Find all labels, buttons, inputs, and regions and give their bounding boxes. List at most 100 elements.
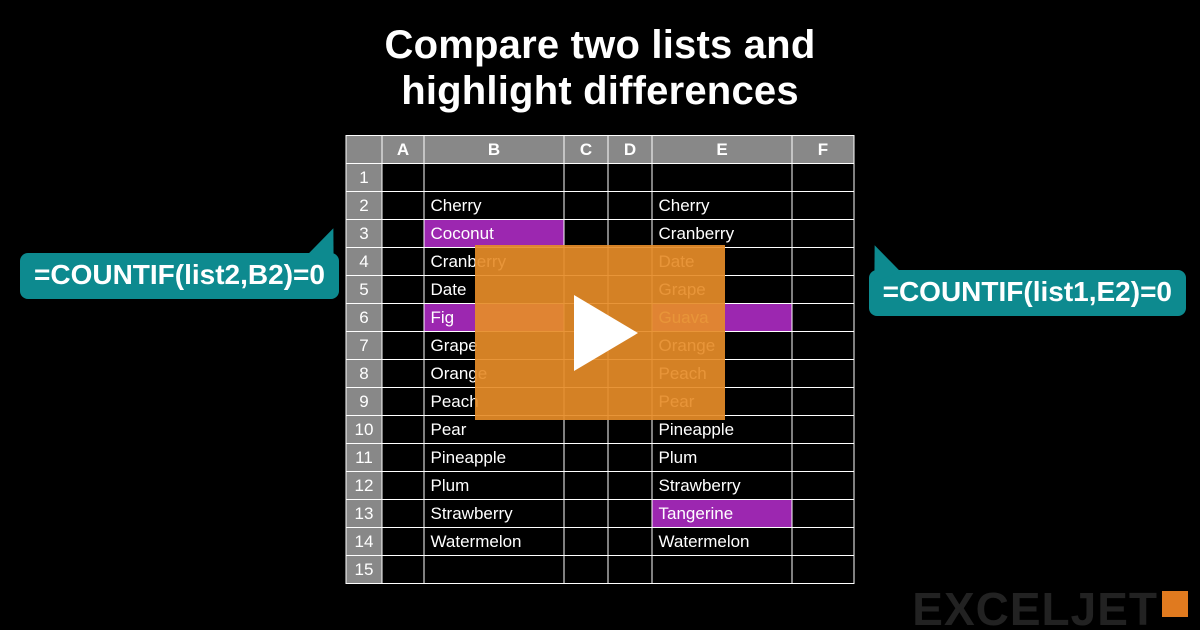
cell-D — [608, 528, 652, 556]
row-number: 10 — [346, 416, 382, 444]
cell-B: Coconut — [424, 220, 564, 248]
row-number: 15 — [346, 556, 382, 584]
cell-A — [382, 500, 424, 528]
cell-C — [564, 500, 608, 528]
cell-D — [608, 556, 652, 584]
table-row: 12 Plum Strawberry — [346, 472, 854, 500]
cell-A — [382, 220, 424, 248]
table-row: 2 Cherry Cherry — [346, 192, 854, 220]
cell-A — [382, 388, 424, 416]
cell-A — [382, 416, 424, 444]
cell-F — [792, 500, 854, 528]
cell-A — [382, 276, 424, 304]
cell-F — [792, 444, 854, 472]
table-row: 11PineapplePlum — [346, 444, 854, 472]
row-number: 14 — [346, 528, 382, 556]
column-header-row: A B C D E F — [346, 136, 854, 164]
col-header-D: D — [608, 136, 652, 164]
cell-F — [792, 332, 854, 360]
cell-C — [564, 444, 608, 472]
cell-B: Cherry — [424, 192, 564, 220]
cell-B: Strawberry — [424, 500, 564, 528]
cell-A — [382, 332, 424, 360]
cell-B — [424, 556, 564, 584]
row-number: 9 — [346, 388, 382, 416]
row-number: 11 — [346, 444, 382, 472]
cell-F — [792, 164, 854, 192]
cell-D — [608, 444, 652, 472]
cell-E — [652, 556, 792, 584]
table-row: 3 Coconut Cranberry — [346, 220, 854, 248]
cell-B: Watermelon — [424, 528, 564, 556]
cell-C — [564, 164, 608, 192]
cell-E: Watermelon — [652, 528, 792, 556]
cell-E: Plum — [652, 444, 792, 472]
cell-A — [382, 444, 424, 472]
cell-C — [564, 220, 608, 248]
cell-F — [792, 416, 854, 444]
cell-B — [424, 164, 564, 192]
row-number: 6 — [346, 304, 382, 332]
cell-A — [382, 360, 424, 388]
callout-formula-right: =COUNTIF(list1,E2)=0 — [869, 270, 1186, 316]
play-icon — [574, 295, 638, 371]
cell-E: Strawberry — [652, 472, 792, 500]
table-row: 1 — [346, 164, 854, 192]
cell-A — [382, 528, 424, 556]
row-number: 4 — [346, 248, 382, 276]
row-number: 2 — [346, 192, 382, 220]
col-header-F: F — [792, 136, 854, 164]
cell-C — [564, 192, 608, 220]
cell-F — [792, 360, 854, 388]
cell-F — [792, 220, 854, 248]
col-header-C: C — [564, 136, 608, 164]
col-header-A: A — [382, 136, 424, 164]
row-number: 3 — [346, 220, 382, 248]
cell-F — [792, 248, 854, 276]
cell-E: Cherry — [652, 192, 792, 220]
cell-E: Cranberry — [652, 220, 792, 248]
logo-text: EXCELJET — [912, 583, 1158, 630]
cell-C — [564, 556, 608, 584]
cell-D — [608, 220, 652, 248]
callout-formula-left: =COUNTIF(list2,B2)=0 — [20, 253, 339, 299]
play-button[interactable] — [475, 245, 725, 420]
cell-E: Tangerine — [652, 500, 792, 528]
row-number: 1 — [346, 164, 382, 192]
cell-C — [564, 472, 608, 500]
cell-D — [608, 472, 652, 500]
row-number: 8 — [346, 360, 382, 388]
cell-F — [792, 556, 854, 584]
cell-F — [792, 472, 854, 500]
cell-A — [382, 556, 424, 584]
cell-A — [382, 248, 424, 276]
cell-F — [792, 304, 854, 332]
col-header-B: B — [424, 136, 564, 164]
cell-E — [652, 164, 792, 192]
table-row: 14 Watermelon Watermelon — [346, 528, 854, 556]
cell-C — [564, 528, 608, 556]
row-number: 7 — [346, 332, 382, 360]
cell-A — [382, 164, 424, 192]
cell-F — [792, 388, 854, 416]
callout-left-text: =COUNTIF(list2,B2)=0 — [34, 259, 325, 290]
corner-cell — [346, 136, 382, 164]
row-number: 5 — [346, 276, 382, 304]
cell-D — [608, 164, 652, 192]
col-header-E: E — [652, 136, 792, 164]
cell-A — [382, 192, 424, 220]
cell-A — [382, 304, 424, 332]
cell-D — [608, 500, 652, 528]
cell-B: Plum — [424, 472, 564, 500]
table-row: 15 — [346, 556, 854, 584]
logo-accent-icon — [1162, 591, 1188, 617]
cell-F — [792, 528, 854, 556]
brand-logo: EXCELJET — [912, 582, 1188, 630]
callout-right-text: =COUNTIF(list1,E2)=0 — [883, 276, 1172, 307]
cell-F — [792, 276, 854, 304]
cell-D — [608, 192, 652, 220]
title-line-2: highlight differences — [401, 69, 799, 113]
cell-A — [382, 472, 424, 500]
row-number: 13 — [346, 500, 382, 528]
row-number: 12 — [346, 472, 382, 500]
